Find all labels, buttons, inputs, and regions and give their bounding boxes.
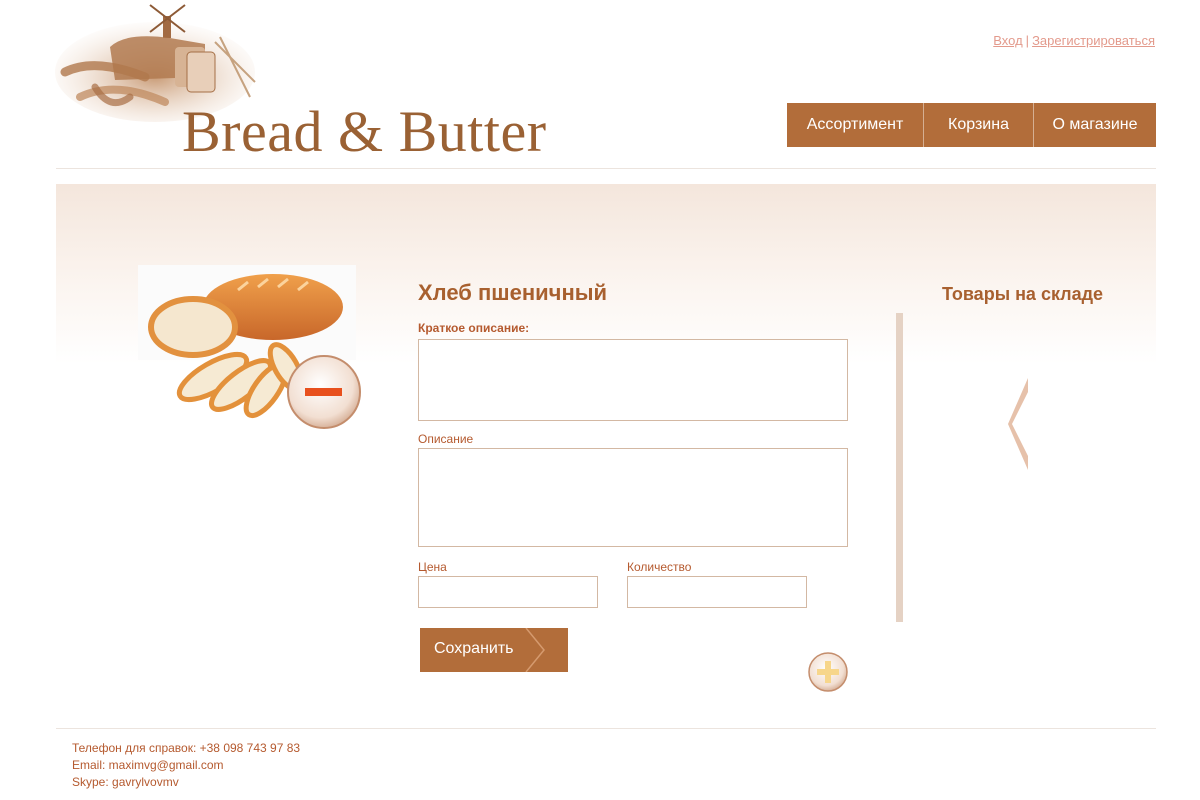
sidebar-divider (896, 313, 903, 622)
add-product-button[interactable] (808, 652, 850, 694)
nav-item-cart[interactable]: Корзина (924, 103, 1034, 147)
desc-input[interactable] (418, 448, 848, 547)
save-button-label: Сохранить (434, 640, 514, 657)
carousel-prev-arrow-icon[interactable] (1006, 378, 1030, 470)
auth-links: Вход | Зарегистрироваться (993, 33, 1155, 48)
footer-email: Email: maximvg@gmail.com (72, 758, 224, 772)
auth-separator: | (1025, 33, 1030, 48)
nav-item-assortment[interactable]: Ассортимент (787, 103, 924, 147)
remove-product-button[interactable] (286, 354, 364, 432)
product-title: Хлеб пшеничный (418, 280, 608, 305)
main-nav: Ассортимент Корзина О магазине (787, 103, 1156, 147)
brand-name: Bread & Butter (182, 99, 547, 164)
save-button[interactable]: Сохранить (420, 628, 568, 672)
header-divider (56, 168, 1156, 169)
price-input[interactable] (418, 576, 598, 608)
footer-divider (56, 728, 1156, 729)
short-desc-label: Краткое описание: (418, 321, 530, 335)
minus-icon (305, 388, 342, 396)
qty-label: Количество (627, 560, 692, 574)
qty-input[interactable] (627, 576, 807, 608)
stock-title: Товары на складе (942, 284, 1104, 304)
login-link[interactable]: Вход (993, 33, 1022, 48)
nav-item-about[interactable]: О магазине (1034, 103, 1156, 147)
desc-label: Описание (418, 432, 474, 446)
price-label: Цена (418, 560, 447, 574)
short-desc-input[interactable] (418, 339, 848, 421)
register-link[interactable]: Зарегистрироваться (1032, 33, 1155, 48)
footer-contacts: Телефон для справок: +38 098 743 97 83 E… (72, 740, 300, 791)
chevron-right-icon (525, 628, 545, 672)
footer-skype: Skype: gavrylvovmv (72, 775, 179, 789)
footer-phone: Телефон для справок: +38 098 743 97 83 (72, 741, 301, 755)
